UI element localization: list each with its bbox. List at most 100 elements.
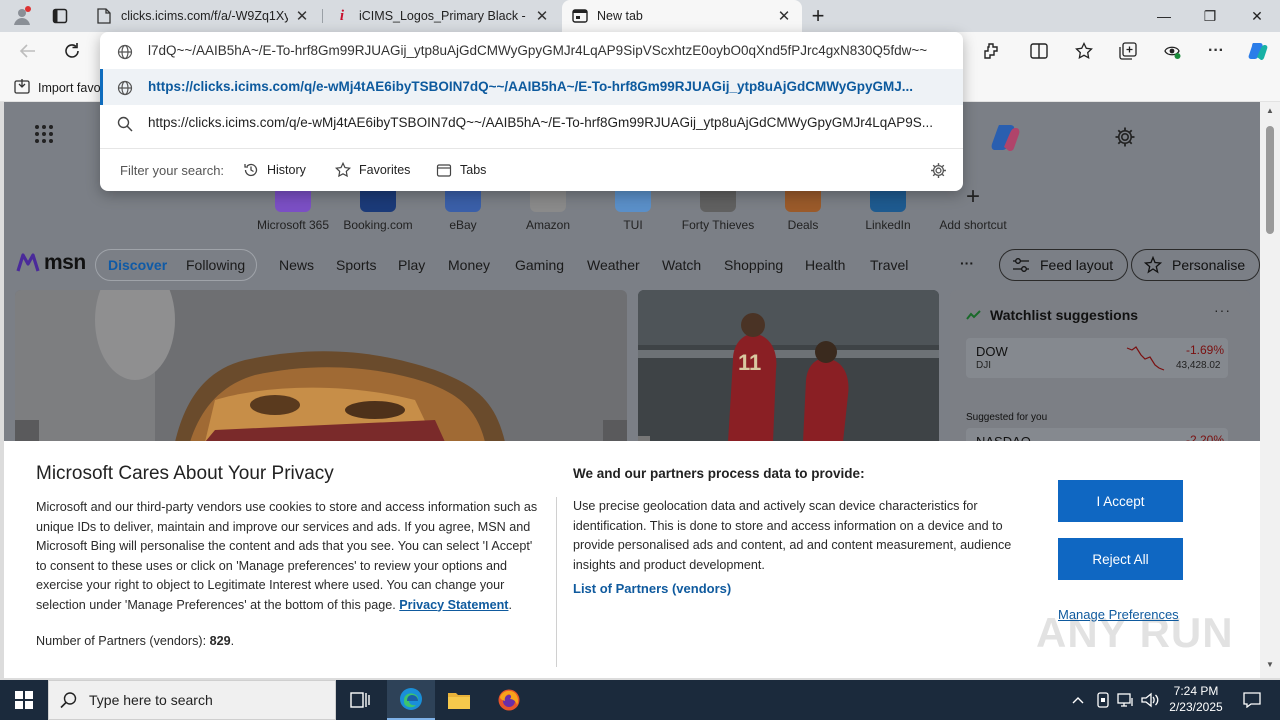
firefox-icon[interactable] [485, 680, 533, 720]
accept-button[interactable]: I Accept [1058, 480, 1183, 522]
tab-new-tab[interactable]: New tab ✕ [562, 0, 802, 32]
close-tab-icon[interactable]: ✕ [776, 8, 792, 25]
privacy-statement-link[interactable]: Privacy Statement [399, 598, 508, 612]
show-hidden-icons-icon[interactable] [1068, 690, 1088, 710]
copilot-logo-icon[interactable] [989, 120, 1023, 157]
tab-divider [322, 9, 323, 23]
page-settings-gear-icon[interactable] [1114, 126, 1136, 151]
more-options-icon[interactable]: ··· [1214, 302, 1231, 318]
tab-following[interactable]: Following [186, 257, 245, 273]
selection-indicator [100, 69, 103, 105]
suggestion-url[interactable]: https://clicks.icims.com/q/e-wMj4tAE6iby… [100, 69, 963, 105]
filter-favorites[interactable]: Favorites [334, 157, 410, 183]
windows-start-icon[interactable] [0, 680, 48, 720]
feed-layout-button[interactable]: Feed layout [999, 249, 1129, 281]
clock-date: 2/23/2025 [1169, 700, 1223, 714]
list-of-partners-link[interactable]: List of Partners (vendors) [573, 581, 731, 596]
minimize-button[interactable]: — [1141, 0, 1187, 32]
suggestion-search[interactable]: https://clicks.icims.com/q/e-wMj4tAE6iby… [100, 105, 963, 141]
taskbar-search-box[interactable]: Type here to search [48, 680, 336, 720]
scroll-up-icon[interactable]: ▲ [1264, 106, 1276, 116]
manage-preferences-link[interactable]: Manage Preferences [1058, 607, 1179, 622]
edge-taskbar-icon[interactable] [387, 680, 435, 720]
filter-favorites-label: Favorites [359, 163, 411, 177]
nav-shopping[interactable]: Shopping [724, 257, 783, 273]
network-icon[interactable] [1116, 690, 1136, 710]
filter-history[interactable]: History [242, 157, 306, 183]
refresh-icon[interactable] [58, 37, 86, 65]
nav-play[interactable]: Play [398, 257, 425, 273]
stock-row-dow[interactable]: DOW DJI -1.69% 43,428.02 [966, 338, 1228, 378]
windows-taskbar: Type here to search 7:24 PM 2/23/2025 [0, 680, 1280, 720]
filter-tabs[interactable]: Tabs [435, 157, 486, 183]
page-scrollbar[interactable]: ▲ ▼ [1260, 102, 1280, 678]
tab-clicks-icims[interactable]: clicks.icims.com/f/a/-W9Zq1Xy7 ✕ [86, 0, 320, 32]
notifications-icon[interactable] [1232, 680, 1272, 720]
import-icon [14, 78, 30, 97]
scroll-down-icon[interactable]: ▼ [1264, 660, 1276, 670]
privacy-body: Microsoft and our third-party vendors us… [36, 500, 538, 612]
globe-icon [116, 43, 134, 61]
stock-price: 43,428.02 [1176, 360, 1221, 371]
tab-discover[interactable]: Discover [108, 257, 167, 273]
nav-news[interactable]: News [279, 257, 314, 273]
search-icon [49, 691, 89, 709]
nav-health[interactable]: Health [805, 257, 845, 273]
tab-title: iCIMS_Logos_Primary Black - Tea [359, 9, 528, 23]
search-settings-gear-icon[interactable] [930, 162, 947, 182]
msn-logo[interactable]: msn [16, 248, 86, 278]
profile-icon[interactable] [10, 4, 34, 28]
hero-sandwich-image[interactable] [15, 290, 627, 442]
filter-tabs-label: Tabs [460, 163, 487, 177]
new-tab-button[interactable]: + [806, 3, 830, 28]
close-tab-icon[interactable]: ✕ [294, 8, 310, 25]
split-screen-icon[interactable] [1025, 37, 1053, 65]
browser-tab-bar: clicks.icims.com/f/a/-W9Zq1Xy7 ✕ i iCIMS… [0, 0, 1280, 32]
scroll-thumb[interactable] [1266, 126, 1274, 234]
task-view-icon[interactable] [336, 680, 384, 720]
hero-football-image[interactable]: 11 [638, 290, 939, 442]
more-nav-icon[interactable]: ··· [960, 255, 974, 271]
favorites-star-icon[interactable] [1070, 37, 1098, 65]
maximize-button[interactable]: ❐ [1187, 0, 1233, 32]
volume-icon[interactable] [1140, 690, 1160, 710]
tabs-icon [435, 161, 453, 179]
nav-gaming[interactable]: Gaming [515, 257, 564, 273]
icims-icon: i [339, 7, 345, 24]
close-window-button[interactable]: ✕ [1234, 0, 1280, 32]
settings-more-icon[interactable]: ··· [1202, 37, 1230, 65]
tab-actions-icon[interactable] [48, 4, 72, 28]
tab-icims-logos[interactable]: i iCIMS_Logos_Primary Black - Tea ✕ [324, 0, 560, 32]
address-input-row[interactable]: l7dQ~~/AAIB5hA~/E-To-hrf8Gm99RJUAGij_ytp… [100, 33, 963, 69]
shortcut-label: Amazon [525, 218, 571, 232]
collections-icon[interactable] [1114, 37, 1142, 65]
close-tab-icon[interactable]: ✕ [534, 8, 550, 25]
address-input[interactable]: l7dQ~~/AAIB5hA~/E-To-hrf8Gm99RJUAGij_ytp… [148, 33, 949, 69]
filter-history-label: History [267, 163, 306, 177]
msn-butterfly-icon [16, 253, 40, 272]
device-icon[interactable] [1093, 690, 1113, 710]
copilot-icon[interactable] [1244, 37, 1272, 65]
stock-change: -1.69% [1186, 343, 1225, 357]
msn-nav-bar: msn Discover Following News Sports Play Mon… [4, 240, 1260, 290]
extensions-icon[interactable] [977, 37, 1005, 65]
system-clock[interactable]: 7:24 PM 2/23/2025 [1168, 683, 1224, 715]
privacy-consent-banner: Microsoft Cares About Your Privacy Micro… [4, 441, 1260, 678]
search-filter-row: Filter your search: History Favorites Ta… [100, 148, 963, 191]
app-launcher-icon[interactable] [34, 124, 54, 147]
browser-essentials-icon[interactable] [1158, 37, 1186, 65]
file-explorer-icon[interactable] [435, 680, 483, 720]
globe-icon [116, 79, 134, 97]
sparkline-icon [1126, 346, 1165, 371]
nav-sports[interactable]: Sports [336, 257, 376, 273]
nav-weather[interactable]: Weather [587, 257, 640, 273]
data-processing-body: Use precise geolocation data and activel… [573, 499, 1012, 572]
nav-money[interactable]: Money [448, 257, 490, 273]
nav-travel[interactable]: Travel [870, 257, 908, 273]
data-processing-title: We and our partners process data to prov… [573, 466, 865, 481]
personalise-button[interactable]: Personalise [1131, 249, 1260, 281]
reject-all-button[interactable]: Reject All [1058, 538, 1183, 580]
nav-watch[interactable]: Watch [662, 257, 701, 273]
import-favorites-button[interactable]: Import favo [14, 78, 101, 97]
back-icon[interactable] [14, 37, 42, 65]
